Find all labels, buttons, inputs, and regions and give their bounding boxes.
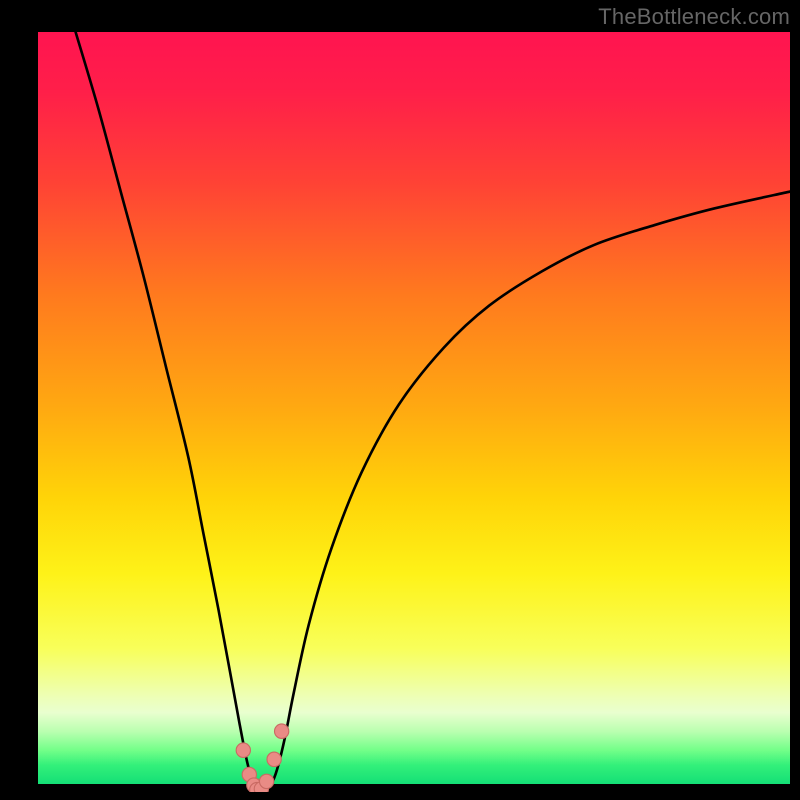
highlight-dot — [275, 724, 289, 738]
highlight-dots — [236, 724, 289, 792]
bottleneck-curve — [38, 32, 790, 792]
chart-frame: TheBottleneck.com — [0, 0, 800, 800]
highlight-dot — [267, 752, 281, 766]
watermark-text: TheBottleneck.com — [598, 4, 790, 30]
highlight-dot — [259, 774, 273, 788]
plot-area — [38, 32, 790, 792]
highlight-dot — [236, 743, 250, 757]
